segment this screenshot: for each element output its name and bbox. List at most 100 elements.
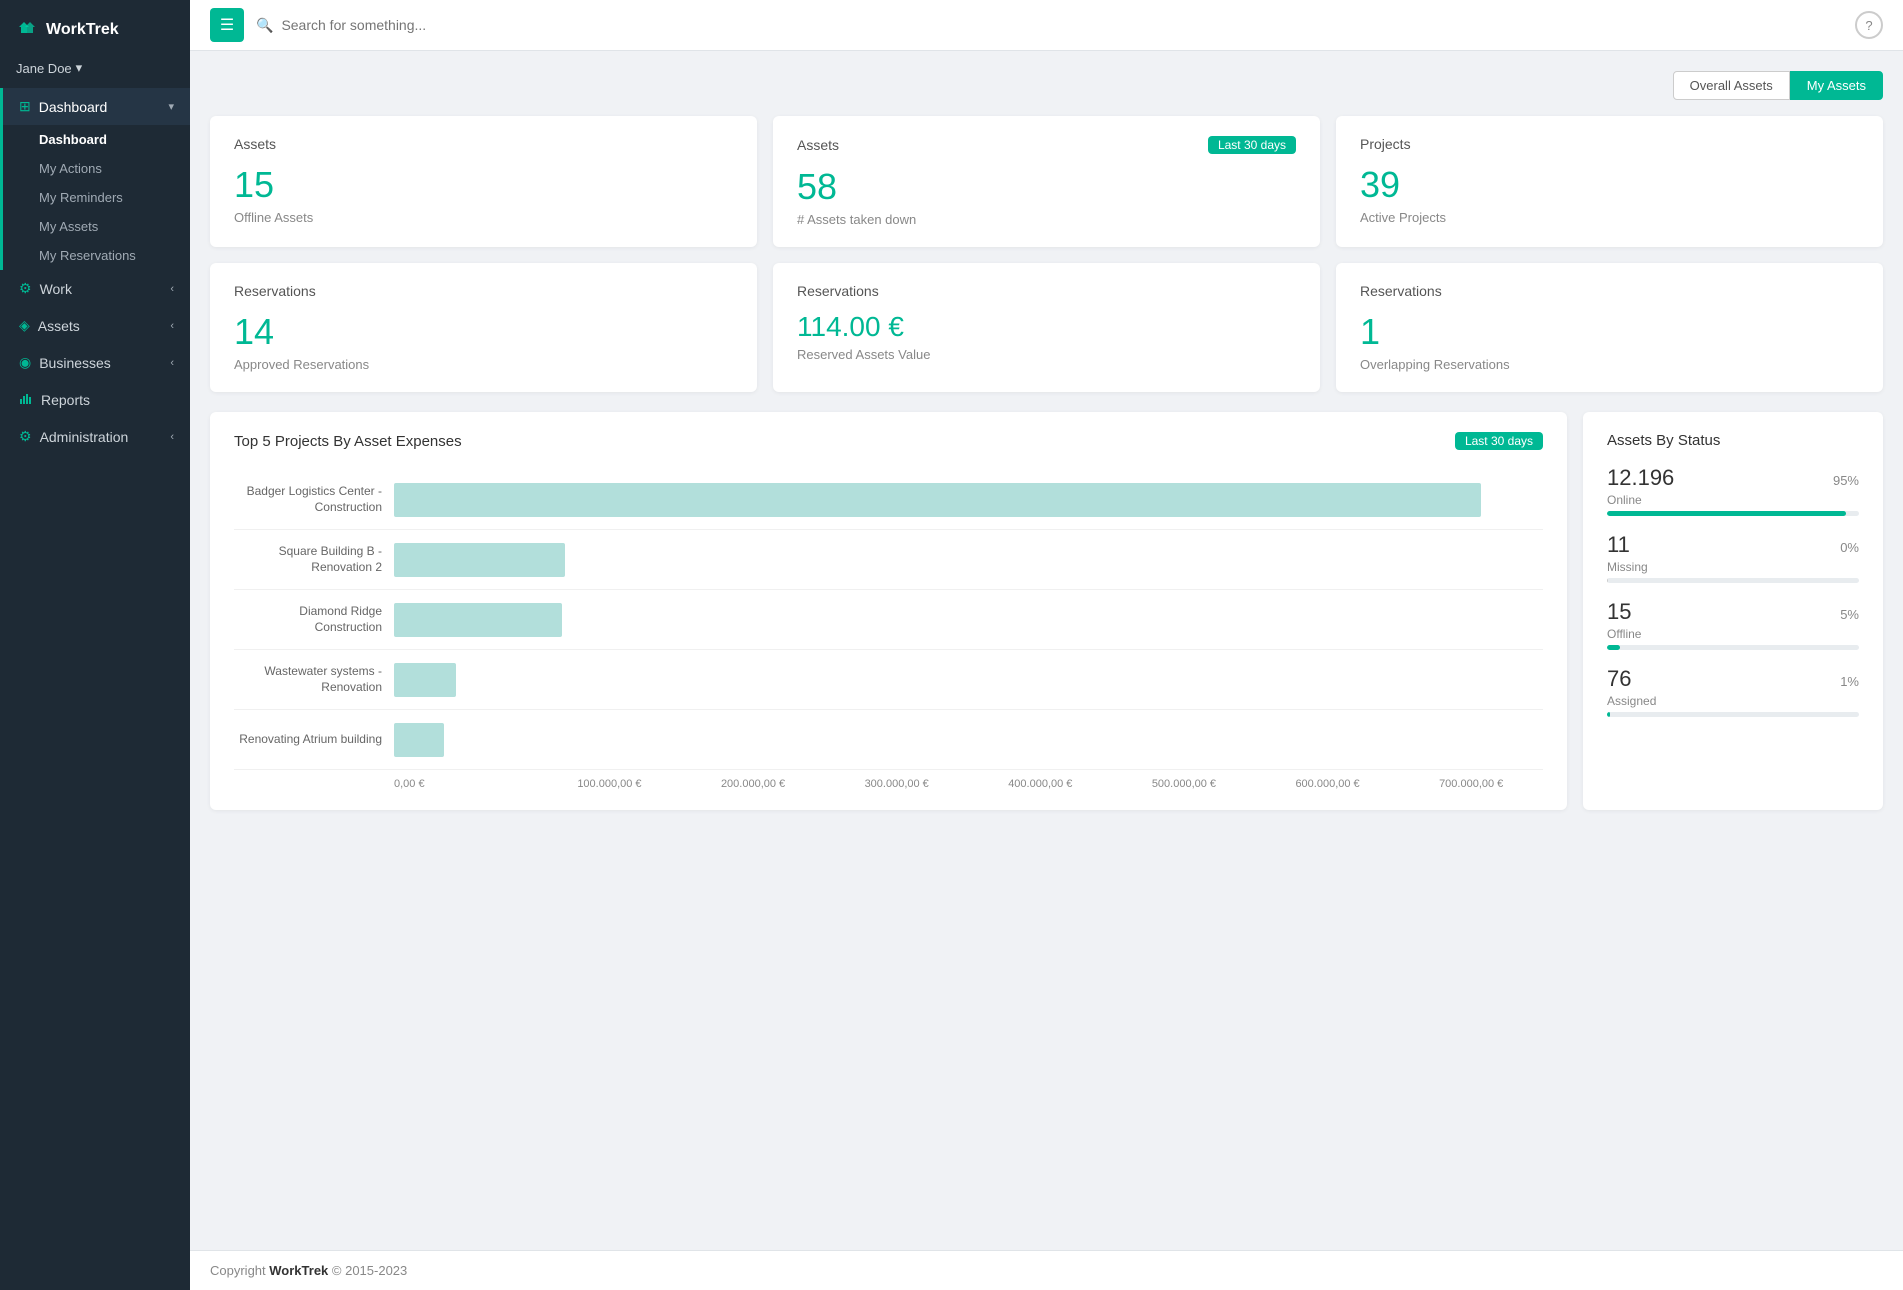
- view-toggle: Overall Assets My Assets: [210, 71, 1883, 100]
- bar-container: [394, 650, 1543, 709]
- card-badge: Last 30 days: [1208, 136, 1296, 154]
- footer-text: Copyright WorkTrek © 2015-2023: [210, 1263, 407, 1278]
- status-number: 11: [1607, 532, 1630, 558]
- user-row[interactable]: Jane Doe ▾: [0, 56, 190, 88]
- status-item-header: 12.196 95%: [1607, 465, 1859, 491]
- businesses-chevron-icon: ‹: [170, 357, 174, 369]
- nav-section-administration: ⚙ Administration ‹: [0, 418, 190, 455]
- progress-bar: [1607, 578, 1859, 583]
- content-area: Overall Assets My Assets Assets 15 Offli…: [190, 51, 1903, 1250]
- progress-bar: [1607, 511, 1859, 516]
- card-label: Overlapping Reservations: [1360, 357, 1859, 372]
- bar-row: Square Building B - Renovation 2: [234, 530, 1543, 590]
- status-pct: 5%: [1840, 607, 1859, 622]
- nav-section-dashboard: ⊞ Dashboard ▾ Dashboard My Actions My Re…: [0, 88, 190, 270]
- progress-fill: [1607, 645, 1620, 650]
- bar-row: Badger Logistics Center - Construction: [234, 470, 1543, 530]
- card-header: Assets: [234, 136, 733, 152]
- status-label: Missing: [1607, 560, 1859, 574]
- nav-label-assets: Assets: [38, 318, 80, 334]
- nav-label-businesses: Businesses: [39, 355, 111, 371]
- nav-item-dashboard[interactable]: ⊞ Dashboard ▾: [3, 88, 190, 125]
- card-label: Offline Assets: [234, 210, 733, 225]
- status-number: 12.196: [1607, 465, 1674, 491]
- card-label: Reserved Assets Value: [797, 347, 1296, 362]
- overall-assets-button[interactable]: Overall Assets: [1673, 71, 1790, 100]
- card-header: Projects: [1360, 136, 1859, 152]
- status-item: 11 0% Missing: [1607, 532, 1859, 583]
- bottom-section: Top 5 Projects By Asset Expenses Last 30…: [210, 412, 1883, 810]
- header-right: ?: [1855, 11, 1883, 39]
- status-number: 76: [1607, 666, 1631, 692]
- nav-label-work: Work: [40, 281, 72, 297]
- status-label: Offline: [1607, 627, 1859, 641]
- card-number: 15: [234, 164, 733, 206]
- card-number: 58: [797, 166, 1296, 208]
- bar-fill: [394, 543, 565, 577]
- nav-item-assets[interactable]: ◈ Assets ‹: [3, 307, 190, 344]
- logo: WorkTrek: [0, 0, 190, 56]
- x-tick: 200.000,00 €: [681, 778, 825, 790]
- bar-chart: Badger Logistics Center - Construction Sq…: [234, 470, 1543, 790]
- chart-area: Badger Logistics Center - Construction Sq…: [234, 470, 1543, 770]
- card-label: Approved Reservations: [234, 357, 733, 372]
- bar-fill: [394, 603, 562, 637]
- bar-fill: [394, 483, 1481, 517]
- status-item: 15 5% Offline: [1607, 599, 1859, 650]
- hamburger-button[interactable]: ☰: [210, 8, 244, 42]
- chevron-icon: ▾: [168, 100, 174, 113]
- bar-label: Badger Logistics Center - Construction: [234, 484, 394, 515]
- nav-item-work[interactable]: ⚙ Work ‹: [3, 270, 190, 307]
- card-header: Assets Last 30 days: [797, 136, 1296, 154]
- bar-container: [394, 530, 1543, 589]
- bar-container: [394, 590, 1543, 649]
- sidebar-item-my-reminders[interactable]: My Reminders: [3, 183, 190, 212]
- status-title: Assets By Status: [1607, 432, 1859, 449]
- nav-section-assets: ◈ Assets ‹: [0, 307, 190, 344]
- app-name: WorkTrek: [46, 21, 119, 39]
- nav-label-reports: Reports: [41, 392, 90, 408]
- status-item-header: 15 5%: [1607, 599, 1859, 625]
- sidebar-item-dashboard-sub[interactable]: Dashboard: [3, 125, 190, 154]
- work-icon: ⚙: [19, 280, 32, 297]
- cards-grid: Assets 15 Offline Assets Assets Last 30 …: [210, 116, 1883, 392]
- bar-container: [394, 710, 1543, 769]
- sidebar-item-my-reservations[interactable]: My Reservations: [3, 241, 190, 270]
- card-title: Reservations: [1360, 283, 1442, 299]
- search-bar: 🔍: [256, 17, 1843, 34]
- chart-header: Top 5 Projects By Asset Expenses Last 30…: [234, 432, 1543, 450]
- status-number: 15: [1607, 599, 1631, 625]
- progress-bar: [1607, 645, 1859, 650]
- progress-fill: [1607, 511, 1846, 516]
- sidebar-item-my-assets[interactable]: My Assets: [3, 212, 190, 241]
- card-number: 1: [1360, 311, 1859, 353]
- card-header: Reservations: [1360, 283, 1859, 299]
- card-title: Assets: [797, 137, 839, 153]
- x-tick: 500.000,00 €: [1112, 778, 1256, 790]
- bar-label: Renovating Atrium building: [234, 732, 394, 748]
- card-title: Projects: [1360, 136, 1411, 152]
- status-card: Assets By Status 12.196 95% Online 11 0%…: [1583, 412, 1883, 810]
- card-number: 114.00 €: [797, 311, 1296, 343]
- status-item: 12.196 95% Online: [1607, 465, 1859, 516]
- search-input[interactable]: [281, 17, 581, 33]
- sidebar-item-my-actions[interactable]: My Actions: [3, 154, 190, 183]
- nav-item-businesses[interactable]: ◉ Businesses ‹: [3, 344, 190, 381]
- nav-item-administration[interactable]: ⚙ Administration ‹: [3, 418, 190, 455]
- card-assets-taken-down: Assets Last 30 days 58 # Assets taken do…: [773, 116, 1320, 247]
- my-assets-button[interactable]: My Assets: [1790, 71, 1883, 100]
- bar-label: Square Building B - Renovation 2: [234, 544, 394, 575]
- x-tick: 700.000,00 €: [1399, 778, 1543, 790]
- search-icon: 🔍: [256, 17, 273, 34]
- chart-title: Top 5 Projects By Asset Expenses: [234, 433, 462, 450]
- bar-fill: [394, 663, 456, 697]
- progress-bar: [1607, 712, 1859, 717]
- businesses-icon: ◉: [19, 354, 31, 371]
- chart-badge: Last 30 days: [1455, 432, 1543, 450]
- card-header: Reservations: [234, 283, 733, 299]
- progress-fill: [1607, 578, 1608, 583]
- x-tick: 600.000,00 €: [1256, 778, 1400, 790]
- status-item: 76 1% Assigned: [1607, 666, 1859, 717]
- nav-item-reports[interactable]: Reports: [3, 381, 190, 418]
- help-icon[interactable]: ?: [1855, 11, 1883, 39]
